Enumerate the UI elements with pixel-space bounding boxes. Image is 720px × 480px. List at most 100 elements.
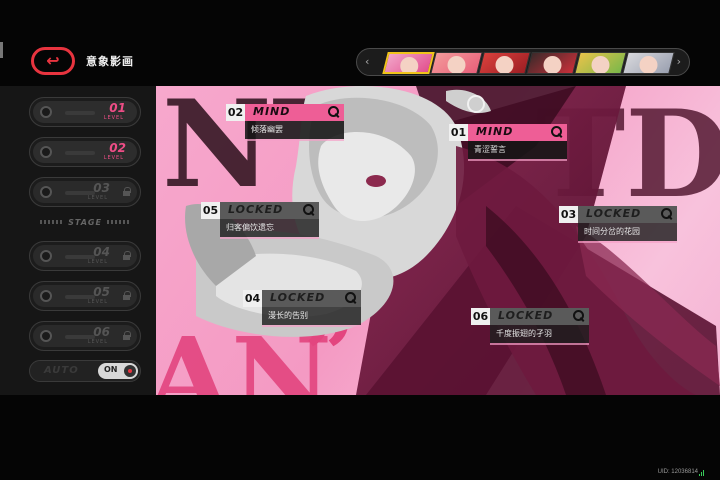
level-caption: LEVEL [87, 195, 108, 201]
level-button[interactable]: 03 LEVEL [29, 177, 141, 207]
lock-icon [123, 291, 131, 300]
marker-underline [245, 139, 344, 141]
character-portrait[interactable] [574, 52, 627, 74]
stage-marker[interactable]: 06 LOCKED 千度振翅的孑羽 [471, 308, 589, 345]
level-number: 04 [93, 245, 110, 259]
level-button[interactable]: 01 LEVEL [29, 97, 141, 127]
marker-status-bar: MIND [468, 124, 567, 141]
edge-tab [0, 42, 3, 58]
auto-label: AUTO [44, 365, 79, 376]
marker-status: LOCKED [228, 203, 284, 216]
back-arrow-icon: ↩ [46, 51, 60, 70]
marker-status: MIND [253, 105, 291, 118]
level-number: 01 [109, 101, 126, 115]
marker-number: 01 [449, 124, 468, 141]
stage-list-panel: 01 LEVEL 02 LEVEL 03 LEVEL 04 LEVEL 05 LEVEL 06 LEV… [0, 86, 156, 395]
level-button[interactable]: 04 LEVEL [29, 241, 141, 271]
level-track [65, 111, 95, 115]
marker-status-bar: LOCKED [262, 290, 361, 307]
back-button[interactable]: ↩ [31, 47, 75, 75]
level-number: 03 [93, 181, 110, 195]
level-knob-icon [40, 330, 52, 342]
next-character-icon[interactable]: › [677, 55, 681, 68]
stage-marker[interactable]: 02 MIND 倾落幽罢 [226, 104, 344, 141]
level-knob-icon [40, 146, 52, 158]
level-knob-icon [40, 290, 52, 302]
character-portrait[interactable] [526, 52, 579, 74]
level-caption: LEVEL [103, 115, 124, 121]
marker-number: 04 [243, 290, 262, 307]
portrait-face [495, 56, 514, 74]
lock-icon [123, 187, 131, 196]
marker-underline [468, 159, 567, 161]
stage-marker[interactable]: 01 MIND 青涩誓言 [449, 124, 567, 161]
marker-number: 06 [471, 308, 490, 325]
marker-underline [578, 241, 677, 243]
level-button[interactable]: 02 LEVEL [29, 137, 141, 167]
marker-underline [220, 237, 319, 239]
level-knob-icon [40, 250, 52, 262]
marker-subtitle: 归客偏饮遗忘 [220, 219, 319, 237]
magnifier-icon[interactable] [345, 292, 357, 304]
lock-icon [123, 331, 131, 340]
portrait-face [591, 56, 610, 74]
marker-number: 02 [226, 104, 245, 121]
level-number: 05 [93, 285, 110, 299]
marker-status: LOCKED [270, 291, 326, 304]
switch-knob-icon [124, 365, 136, 377]
marker-subtitle: 千度振翅的孑羽 [490, 325, 589, 343]
portrait-face [543, 56, 562, 74]
level-number: 02 [109, 141, 126, 155]
level-caption: LEVEL [87, 259, 108, 265]
auto-state: ON [104, 365, 118, 374]
stage-marker[interactable]: 03 LOCKED 时间分岔的花园 [559, 206, 677, 243]
marker-underline [490, 343, 589, 345]
marker-status: LOCKED [498, 309, 554, 322]
marker-status-bar: LOCKED [490, 308, 589, 325]
marker-subtitle: 青涩誓言 [468, 141, 567, 159]
marker-number: 05 [201, 202, 220, 219]
marker-status-bar: MIND [245, 104, 344, 121]
magnifier-icon[interactable] [303, 204, 315, 216]
level-button[interactable]: 05 LEVEL [29, 281, 141, 311]
marker-subtitle: 倾落幽罢 [245, 121, 344, 139]
level-knob-icon [40, 186, 52, 198]
magnifier-icon[interactable] [661, 208, 673, 220]
marker-underline [262, 325, 361, 327]
magnifier-icon[interactable] [573, 310, 585, 322]
stage-marker[interactable]: 05 LOCKED 归客偏饮遗忘 [201, 202, 319, 239]
magnifier-icon[interactable] [551, 126, 563, 138]
lock-icon [123, 251, 131, 260]
portrait-face [639, 56, 658, 74]
level-button[interactable]: 06 LEVEL [29, 321, 141, 351]
character-portrait[interactable] [430, 52, 483, 74]
character-portrait[interactable] [478, 52, 531, 74]
stage-divider: STAGE [40, 217, 131, 227]
character-portrait[interactable] [382, 52, 435, 74]
stage-marker[interactable]: 04 LOCKED 漫长的告别 [243, 290, 361, 327]
signal-icon [699, 469, 706, 476]
page-title: 意象影画 [86, 55, 134, 68]
marker-status: LOCKED [586, 207, 642, 220]
level-caption: LEVEL [87, 339, 108, 345]
magnifier-icon[interactable] [328, 106, 340, 118]
portrait-face [400, 57, 419, 74]
uid-label: UID: 12036814 [657, 469, 698, 475]
level-track [65, 151, 95, 155]
marker-subtitle: 时间分岔的花园 [578, 223, 677, 241]
marker-subtitle: 漫长的告别 [262, 307, 361, 325]
marker-number: 03 [559, 206, 578, 223]
marker-status-bar: LOCKED [578, 206, 677, 223]
portrait-face [447, 56, 466, 74]
marker-status-bar: LOCKED [220, 202, 319, 219]
auto-switch[interactable]: ON [98, 363, 138, 379]
character-selector: ‹ › [356, 48, 690, 76]
character-portrait[interactable] [622, 52, 675, 74]
level-caption: LEVEL [103, 155, 124, 161]
level-caption: LEVEL [87, 299, 108, 305]
level-number: 06 [93, 325, 110, 339]
marker-status: MIND [476, 125, 514, 138]
auto-toggle[interactable]: AUTO ON [29, 360, 141, 382]
prev-character-icon[interactable]: ‹ [365, 55, 369, 68]
level-knob-icon [40, 106, 52, 118]
